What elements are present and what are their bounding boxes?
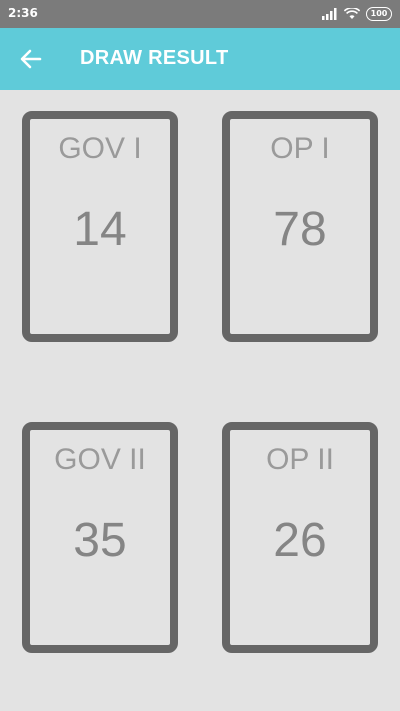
result-value: 35 bbox=[73, 514, 127, 567]
arrow-back-icon bbox=[20, 49, 42, 69]
status-time: 2:36 bbox=[8, 6, 38, 20]
signal-icon bbox=[322, 8, 337, 20]
result-card-gov-ii[interactable]: GOV II 35 bbox=[22, 422, 178, 653]
result-value: 78 bbox=[273, 203, 327, 256]
result-label: OP I bbox=[270, 132, 330, 165]
result-label: GOV II bbox=[54, 443, 146, 476]
page-title: DRAW RESULT bbox=[80, 47, 229, 69]
back-button[interactable] bbox=[18, 46, 44, 72]
result-label: GOV I bbox=[58, 132, 142, 165]
result-card-gov-i[interactable]: GOV I 14 bbox=[22, 111, 178, 342]
result-value: 26 bbox=[273, 514, 327, 567]
result-label: OP II bbox=[266, 443, 334, 476]
wifi-icon bbox=[344, 8, 360, 19]
result-value: 14 bbox=[73, 203, 127, 256]
result-card-op-ii[interactable]: OP II 26 bbox=[222, 422, 378, 653]
result-card-op-i[interactable]: OP I 78 bbox=[222, 111, 378, 342]
app-bar: DRAW RESULT bbox=[0, 28, 400, 90]
status-icons: 100 bbox=[322, 6, 392, 22]
battery-icon: 100 bbox=[366, 7, 392, 21]
status-bar: 2:36 100 bbox=[0, 0, 400, 28]
